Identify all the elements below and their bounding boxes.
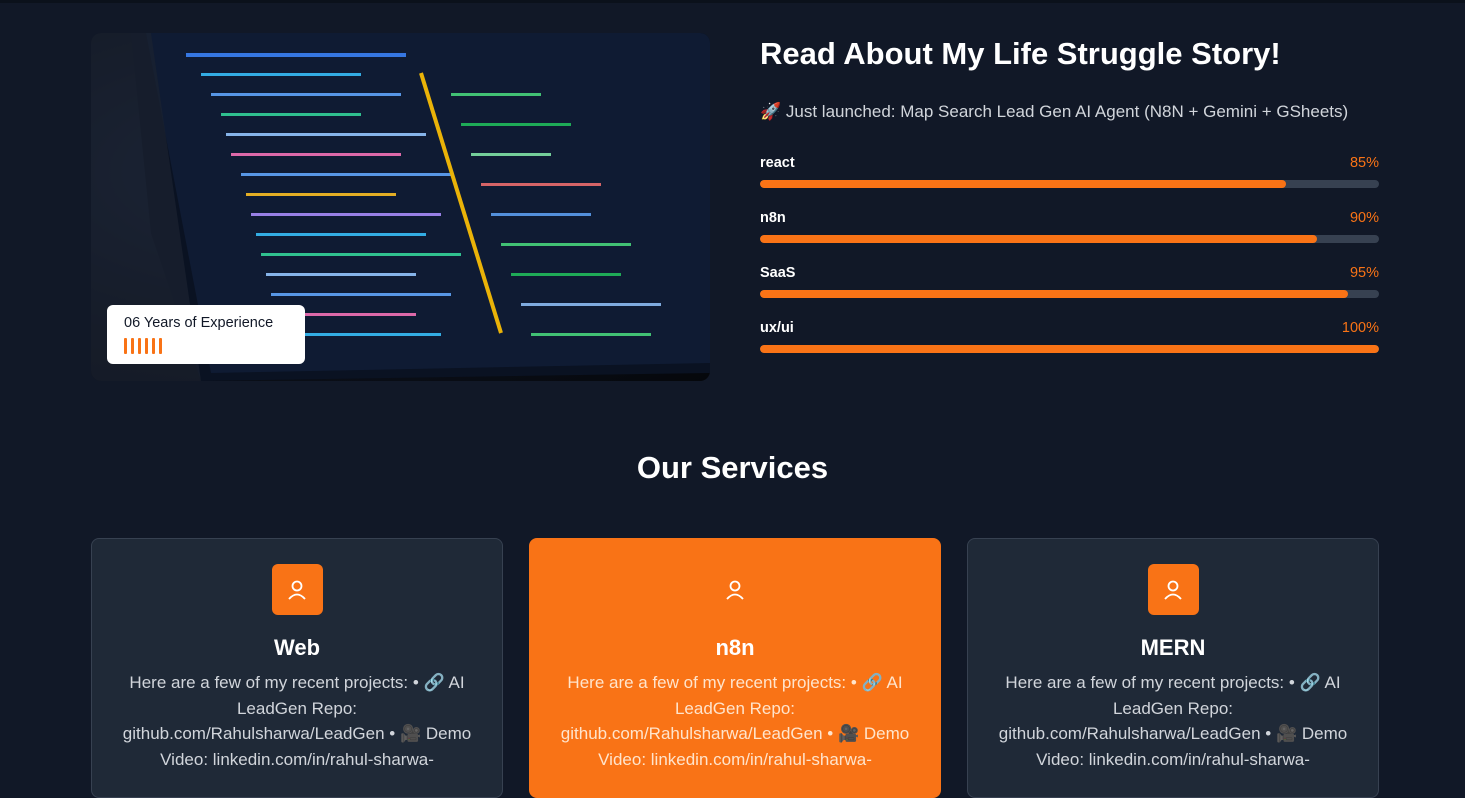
user-icon [710, 564, 761, 615]
skill-name: SaaS [760, 265, 796, 281]
service-card-n8n[interactable]: n8n Here are a few of my recent projects… [529, 538, 941, 798]
skill-name: n8n [760, 210, 786, 226]
skill-percent: 85% [1349, 155, 1379, 171]
skill-percent: 100% [1341, 320, 1379, 336]
service-card-description: Here are a few of my recent projects: • … [122, 673, 472, 769]
skill-n8n: n8n 90% [760, 200, 1379, 255]
skill-progress-fill [760, 290, 1349, 298]
user-icon [1147, 564, 1199, 615]
skill-progress-bar [760, 180, 1379, 188]
service-card-title: n8n [715, 635, 755, 660]
skill-progress-fill [760, 180, 1287, 188]
skill-percent: 95% [1349, 265, 1379, 281]
service-card-title: Web [273, 635, 321, 660]
service-card-description: Here are a few of my recent projects: • … [560, 673, 910, 769]
skill-percent: 90% [1349, 210, 1379, 226]
services-cards: Web Here are a few of my recent projects… [91, 538, 1379, 798]
skills-list: react 85% n8n 90% SaaS 95% ux/ui 100% [760, 145, 1379, 365]
about-content: Read About My Life Struggle Story! 🚀 Jus… [760, 33, 1379, 365]
skill-saas: SaaS 95% [760, 255, 1379, 310]
experience-label: 06 Years of Experience [124, 315, 274, 331]
user-icon [271, 564, 323, 615]
skill-uxui: ux/ui 100% [760, 310, 1379, 365]
skill-progress-bar [760, 235, 1379, 243]
about-section: 06 Years of Experience Read About My Lif… [91, 33, 1379, 381]
hero-image-code-laptop: 06 Years of Experience [91, 33, 710, 381]
services-title: Our Services [636, 450, 829, 485]
skill-progress-fill [760, 235, 1318, 243]
skill-progress-fill [760, 345, 1379, 353]
service-card-description: Here are a few of my recent projects: • … [998, 673, 1348, 769]
experience-badge: 06 Years of Experience [107, 305, 305, 364]
service-card-mern[interactable]: MERN Here are a few of my recent project… [967, 538, 1379, 798]
experience-tally-icon [124, 338, 305, 354]
skill-progress-bar [760, 290, 1379, 298]
about-title: Read About My Life Struggle Story! [760, 36, 1281, 71]
skill-name: ux/ui [760, 320, 794, 336]
skill-react: react 85% [760, 145, 1379, 200]
launch-announcement: 🚀 Just launched: Map Search Lead Gen AI … [760, 102, 1349, 121]
top-divider [0, 0, 1465, 3]
service-card-web[interactable]: Web Here are a few of my recent projects… [91, 538, 503, 798]
skill-name: react [760, 155, 795, 171]
service-card-title: MERN [1140, 635, 1206, 660]
skill-progress-bar [760, 345, 1379, 353]
